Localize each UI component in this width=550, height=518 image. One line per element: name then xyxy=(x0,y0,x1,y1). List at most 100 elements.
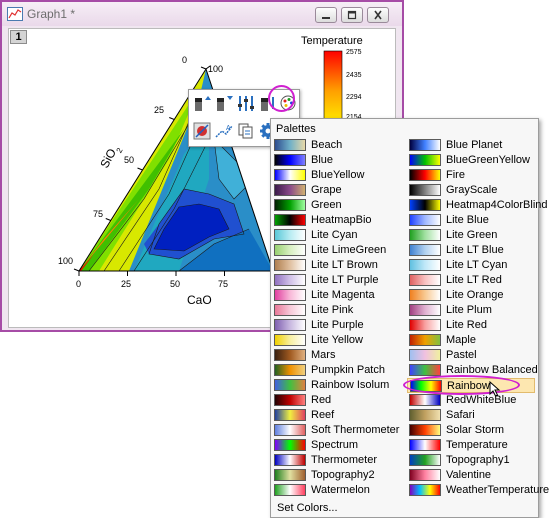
palette-item-heatmapbio[interactable]: HeatmapBio xyxy=(272,213,400,228)
palette-swatch xyxy=(274,379,306,391)
palette-item-lite-magenta[interactable]: Lite Magenta xyxy=(272,288,400,303)
palette-item-temperature[interactable]: Temperature xyxy=(407,438,535,453)
palette-swatch xyxy=(409,319,441,331)
palette-item-weathertemperature[interactable]: WeatherTemperature xyxy=(407,483,549,498)
palette-item-green[interactable]: Green xyxy=(272,198,400,213)
palette-label: Lite Green xyxy=(446,229,498,241)
color-fill-icon[interactable] xyxy=(193,122,211,140)
palette-item-fire[interactable]: Fire xyxy=(407,168,535,183)
palette-label: Beach xyxy=(311,139,343,151)
decrease-levels-icon[interactable] xyxy=(193,94,211,112)
palette-item-reef[interactable]: Reef xyxy=(272,408,400,423)
palette-item-grape[interactable]: Grape xyxy=(272,183,400,198)
palette-swatch xyxy=(409,214,441,226)
palette-item-solar-storm[interactable]: Solar Storm xyxy=(407,423,535,438)
palette-item-safari[interactable]: Safari xyxy=(407,408,535,423)
palette-item-grayscale[interactable]: GrayScale xyxy=(407,183,535,198)
palette-item-topography2[interactable]: Topography2 xyxy=(272,468,400,483)
palette-label: BlueGreenYellow xyxy=(446,154,530,166)
palette-item-watermelon[interactable]: Watermelon xyxy=(272,483,400,498)
palette-item-thermometer[interactable]: Thermometer xyxy=(272,453,400,468)
palette-label: Lite Cyan xyxy=(311,229,358,241)
svg-text:A: A xyxy=(226,125,231,132)
adjust-levels-icon[interactable] xyxy=(237,94,255,112)
palette-item-bluegreenyellow[interactable]: BlueGreenYellow xyxy=(407,153,535,168)
palette-swatch xyxy=(409,424,441,436)
palette-swatch xyxy=(409,304,441,316)
palette-swatch xyxy=(409,169,441,181)
palette-item-valentine[interactable]: Valentine xyxy=(407,468,535,483)
left-tick-label: 0 xyxy=(182,55,187,65)
palette-item-lite-lt-cyan[interactable]: Lite LT Cyan xyxy=(407,258,535,273)
set-colors-menu-item[interactable]: Set Colors... xyxy=(277,501,338,515)
palette-item-pumpkin-patch[interactable]: Pumpkin Patch xyxy=(272,363,400,378)
palette-item-soft-thermometer[interactable]: Soft Thermometer xyxy=(272,423,400,438)
palette-item-lite-red[interactable]: Lite Red xyxy=(407,318,535,333)
palette-label: Red xyxy=(311,394,332,406)
maximize-button[interactable] xyxy=(341,7,363,23)
palette-item-lite-limegreen[interactable]: Lite LimeGreen xyxy=(272,243,400,258)
palette-label: Solar Storm xyxy=(446,424,505,436)
minimize-button[interactable] xyxy=(315,7,337,23)
close-button[interactable] xyxy=(367,7,389,23)
palette-item-red[interactable]: Red xyxy=(272,393,400,408)
graph-window-icon xyxy=(7,7,23,21)
left-tick-label: 50 xyxy=(124,155,134,165)
palette-swatch xyxy=(274,484,306,496)
palette-label: GrayScale xyxy=(446,184,498,196)
palette-item-lite-green[interactable]: Lite Green xyxy=(407,228,535,243)
title-bar[interactable]: Graph1 * xyxy=(2,2,402,26)
palette-item-maple[interactable]: Maple xyxy=(407,333,535,348)
palette-item-lite-cyan[interactable]: Lite Cyan xyxy=(272,228,400,243)
palette-item-beach[interactable]: Beach xyxy=(272,138,400,153)
palette-item-lite-blue[interactable]: Lite Blue xyxy=(407,213,535,228)
bottom-tick-label: 0 xyxy=(76,279,81,289)
palette-swatch xyxy=(409,394,441,406)
palette-swatch xyxy=(274,424,306,436)
palette-item-pastel[interactable]: Pastel xyxy=(407,348,535,363)
palette-item-redwhiteblue[interactable]: RedWhiteBlue xyxy=(407,393,535,408)
palette-item-lite-lt-blue[interactable]: Lite LT Blue xyxy=(407,243,535,258)
palette-label: Lite LT Brown xyxy=(311,259,378,271)
increase-levels-icon[interactable] xyxy=(215,94,233,112)
close-icon xyxy=(374,10,382,20)
palette-item-lite-lt-red[interactable]: Lite LT Red xyxy=(407,273,535,288)
palette-label: Lite Blue xyxy=(446,214,489,226)
menu-header: Palettes xyxy=(276,123,316,135)
palette-item-blue-planet[interactable]: Blue Planet xyxy=(407,138,535,153)
palette-item-heatmap4colorblind[interactable]: Heatmap4ColorBlind xyxy=(407,198,548,213)
palette-label: Temperature xyxy=(446,439,508,451)
copy-format-icon[interactable] xyxy=(237,122,255,140)
palette-item-lite-pink[interactable]: Lite Pink xyxy=(272,303,400,318)
palette-label: Soft Thermometer xyxy=(311,424,400,436)
palette-swatch xyxy=(274,229,306,241)
palette-swatch xyxy=(274,304,306,316)
palette-item-blueyellow[interactable]: BlueYellow xyxy=(272,168,400,183)
palette-item-lite-lt-brown[interactable]: Lite LT Brown xyxy=(272,258,400,273)
palette-item-lite-lt-purple[interactable]: Lite LT Purple xyxy=(272,273,400,288)
palette-swatch xyxy=(274,274,306,286)
line-style-icon[interactable]: A xyxy=(215,122,233,140)
palette-label: Fire xyxy=(446,169,465,181)
palette-swatch xyxy=(409,139,441,151)
palette-item-lite-orange[interactable]: Lite Orange xyxy=(407,288,535,303)
palette-swatch xyxy=(274,394,306,406)
palette-label: Rainbow Isolum xyxy=(311,379,390,391)
palette-item-lite-yellow[interactable]: Lite Yellow xyxy=(272,333,400,348)
palette-swatch xyxy=(274,259,306,271)
palette-swatch xyxy=(409,364,441,376)
palette-swatch xyxy=(274,139,306,151)
palette-item-mars[interactable]: Mars xyxy=(272,348,400,363)
palette-item-topography1[interactable]: Topography1 xyxy=(407,453,535,468)
palette-item-spectrum[interactable]: Spectrum xyxy=(272,438,400,453)
palette-item-lite-purple[interactable]: Lite Purple xyxy=(272,318,400,333)
palettes-menu[interactable]: Palettes Set Colors... Beach Blue BlueYell… xyxy=(270,118,549,518)
palette-swatch xyxy=(274,469,306,481)
palette-item-blue[interactable]: Blue xyxy=(272,153,400,168)
palette-swatch xyxy=(409,259,441,271)
palette-swatch xyxy=(274,289,306,301)
palette-item-lite-plum[interactable]: Lite Plum xyxy=(407,303,535,318)
palette-label: Heatmap4ColorBlind xyxy=(446,199,548,211)
palette-item-rainbow-isolum[interactable]: Rainbow Isolum xyxy=(272,378,400,393)
minimize-icon xyxy=(322,17,330,19)
